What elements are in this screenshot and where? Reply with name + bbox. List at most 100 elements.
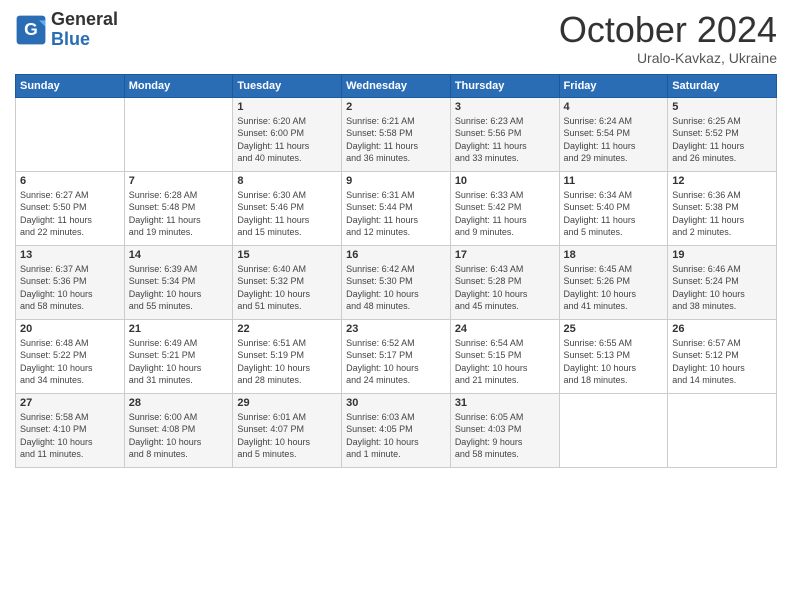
day-info: Sunrise: 6:55 AM Sunset: 5:13 PM Dayligh… <box>564 337 664 387</box>
calendar-cell <box>668 393 777 467</box>
month-title: October 2024 <box>559 10 777 50</box>
weekday-header: Tuesday <box>233 74 342 97</box>
day-number: 28 <box>129 397 229 409</box>
title-block: October 2024 Uralo-Kavkaz, Ukraine <box>559 10 777 66</box>
day-info: Sunrise: 6:28 AM Sunset: 5:48 PM Dayligh… <box>129 189 229 239</box>
day-number: 10 <box>455 175 555 187</box>
day-info: Sunrise: 6:24 AM Sunset: 5:54 PM Dayligh… <box>564 115 664 165</box>
day-info: Sunrise: 6:33 AM Sunset: 5:42 PM Dayligh… <box>455 189 555 239</box>
calendar-week-row: 1 Sunrise: 6:20 AM Sunset: 6:00 PM Daylig… <box>16 97 777 171</box>
calendar-cell: 6 Sunrise: 6:27 AM Sunset: 5:50 PM Daylig… <box>16 171 125 245</box>
day-info: Sunrise: 6:42 AM Sunset: 5:30 PM Dayligh… <box>346 263 446 313</box>
day-info: Sunrise: 5:58 AM Sunset: 4:10 PM Dayligh… <box>20 411 120 461</box>
weekday-header: Sunday <box>16 74 125 97</box>
weekday-header: Friday <box>559 74 668 97</box>
day-number: 4 <box>564 101 664 113</box>
day-number: 26 <box>672 323 772 335</box>
calendar-cell: 9Sunrise: 6:31 AM Sunset: 5:44 PM Daylig… <box>342 171 451 245</box>
header: G General Blue October 2024 Uralo-Kavkaz… <box>15 10 777 66</box>
calendar-cell: 8Sunrise: 6:30 AM Sunset: 5:46 PM Daylig… <box>233 171 342 245</box>
day-info: Sunrise: 6:37 AM Sunset: 5:36 PM Dayligh… <box>20 263 120 313</box>
calendar-cell: 16Sunrise: 6:42 AM Sunset: 5:30 PM Dayli… <box>342 245 451 319</box>
weekday-header: Thursday <box>450 74 559 97</box>
day-number: 18 <box>564 249 664 261</box>
day-number: 1 <box>237 101 337 113</box>
day-number: 11 <box>564 175 664 187</box>
calendar-cell: 4 Sunrise: 6:24 AM Sunset: 5:54 PM Daylig… <box>559 97 668 171</box>
day-info: Sunrise: 6:45 AM Sunset: 5:26 PM Dayligh… <box>564 263 664 313</box>
calendar-cell: 21 Sunrise: 6:49 AM Sunset: 5:21 PM Dayli… <box>124 319 233 393</box>
calendar-cell: 23 Sunrise: 6:52 AM Sunset: 5:17 PM Dayli… <box>342 319 451 393</box>
header-row: SundayMondayTuesdayWednesdayThursdayFrid… <box>16 74 777 97</box>
day-info: Sunrise: 6:48 AM Sunset: 5:22 PM Dayligh… <box>20 337 120 387</box>
day-info: Sunrise: 6:52 AM Sunset: 5:17 PM Dayligh… <box>346 337 446 387</box>
calendar-week-row: 20 Sunrise: 6:48 AM Sunset: 5:22 PM Dayli… <box>16 319 777 393</box>
day-info: Sunrise: 6:23 AM Sunset: 5:56 PM Dayligh… <box>455 115 555 165</box>
day-info: Sunrise: 6:36 AM Sunset: 5:38 PM Dayligh… <box>672 189 772 239</box>
day-number: 17 <box>455 249 555 261</box>
day-info: Sunrise: 6:51 AM Sunset: 5:19 PM Dayligh… <box>237 337 337 387</box>
calendar-cell: 20 Sunrise: 6:48 AM Sunset: 5:22 PM Dayli… <box>16 319 125 393</box>
day-number: 21 <box>129 323 229 335</box>
day-info: Sunrise: 6:39 AM Sunset: 5:34 PM Dayligh… <box>129 263 229 313</box>
day-number: 15 <box>237 249 337 261</box>
calendar-cell: 15 Sunrise: 6:40 AM Sunset: 5:32 PM Dayli… <box>233 245 342 319</box>
day-info: Sunrise: 6:34 AM Sunset: 5:40 PM Dayligh… <box>564 189 664 239</box>
weekday-header: Monday <box>124 74 233 97</box>
day-number: 12 <box>672 175 772 187</box>
day-info: Sunrise: 6:40 AM Sunset: 5:32 PM Dayligh… <box>237 263 337 313</box>
svg-text:G: G <box>24 19 38 39</box>
calendar-cell: 22Sunrise: 6:51 AM Sunset: 5:19 PM Dayli… <box>233 319 342 393</box>
day-info: Sunrise: 6:21 AM Sunset: 5:58 PM Dayligh… <box>346 115 446 165</box>
calendar-header: SundayMondayTuesdayWednesdayThursdayFrid… <box>16 74 777 97</box>
day-number: 13 <box>20 249 120 261</box>
day-info: Sunrise: 6:49 AM Sunset: 5:21 PM Dayligh… <box>129 337 229 387</box>
calendar-cell: 11 Sunrise: 6:34 AM Sunset: 5:40 PM Dayli… <box>559 171 668 245</box>
logo-general: General <box>51 10 118 30</box>
calendar-cell: 7 Sunrise: 6:28 AM Sunset: 5:48 PM Daylig… <box>124 171 233 245</box>
day-info: Sunrise: 6:27 AM Sunset: 5:50 PM Dayligh… <box>20 189 120 239</box>
calendar-body: 1 Sunrise: 6:20 AM Sunset: 6:00 PM Daylig… <box>16 97 777 467</box>
calendar-cell: 25 Sunrise: 6:55 AM Sunset: 5:13 PM Dayli… <box>559 319 668 393</box>
calendar-cell: 24Sunrise: 6:54 AM Sunset: 5:15 PM Dayli… <box>450 319 559 393</box>
day-number: 30 <box>346 397 446 409</box>
day-info: Sunrise: 6:46 AM Sunset: 5:24 PM Dayligh… <box>672 263 772 313</box>
day-number: 6 <box>20 175 120 187</box>
calendar-cell: 3Sunrise: 6:23 AM Sunset: 5:56 PM Daylig… <box>450 97 559 171</box>
calendar-cell: 31Sunrise: 6:05 AM Sunset: 4:03 PM Dayli… <box>450 393 559 467</box>
calendar-cell: 19 Sunrise: 6:46 AM Sunset: 5:24 PM Dayli… <box>668 245 777 319</box>
logo-blue: Blue <box>51 30 118 50</box>
day-number: 27 <box>20 397 120 409</box>
day-number: 25 <box>564 323 664 335</box>
calendar-cell <box>124 97 233 171</box>
day-info: Sunrise: 6:54 AM Sunset: 5:15 PM Dayligh… <box>455 337 555 387</box>
calendar-cell: 27 Sunrise: 5:58 AM Sunset: 4:10 PM Dayli… <box>16 393 125 467</box>
calendar-cell: 14 Sunrise: 6:39 AM Sunset: 5:34 PM Dayli… <box>124 245 233 319</box>
day-number: 19 <box>672 249 772 261</box>
day-number: 20 <box>20 323 120 335</box>
calendar-cell: 30 Sunrise: 6:03 AM Sunset: 4:05 PM Dayli… <box>342 393 451 467</box>
weekday-header: Wednesday <box>342 74 451 97</box>
location-subtitle: Uralo-Kavkaz, Ukraine <box>559 50 777 66</box>
day-info: Sunrise: 6:57 AM Sunset: 5:12 PM Dayligh… <box>672 337 772 387</box>
day-number: 8 <box>237 175 337 187</box>
calendar-cell: 26 Sunrise: 6:57 AM Sunset: 5:12 PM Dayli… <box>668 319 777 393</box>
day-info: Sunrise: 6:20 AM Sunset: 6:00 PM Dayligh… <box>237 115 337 165</box>
calendar-cell: 5Sunrise: 6:25 AM Sunset: 5:52 PM Daylig… <box>668 97 777 171</box>
day-number: 5 <box>672 101 772 113</box>
day-info: Sunrise: 6:03 AM Sunset: 4:05 PM Dayligh… <box>346 411 446 461</box>
calendar-cell: 12 Sunrise: 6:36 AM Sunset: 5:38 PM Dayli… <box>668 171 777 245</box>
calendar-cell: 18 Sunrise: 6:45 AM Sunset: 5:26 PM Dayli… <box>559 245 668 319</box>
calendar-table: SundayMondayTuesdayWednesdayThursdayFrid… <box>15 74 777 468</box>
calendar-cell <box>16 97 125 171</box>
day-number: 7 <box>129 175 229 187</box>
calendar-container: G General Blue October 2024 Uralo-Kavkaz… <box>0 0 792 612</box>
day-number: 9 <box>346 175 446 187</box>
day-number: 14 <box>129 249 229 261</box>
day-number: 23 <box>346 323 446 335</box>
calendar-cell: 28Sunrise: 6:00 AM Sunset: 4:08 PM Dayli… <box>124 393 233 467</box>
logo-text: General Blue <box>51 10 118 50</box>
day-info: Sunrise: 6:01 AM Sunset: 4:07 PM Dayligh… <box>237 411 337 461</box>
calendar-cell: 17 Sunrise: 6:43 AM Sunset: 5:28 PM Dayli… <box>450 245 559 319</box>
day-info: Sunrise: 6:43 AM Sunset: 5:28 PM Dayligh… <box>455 263 555 313</box>
